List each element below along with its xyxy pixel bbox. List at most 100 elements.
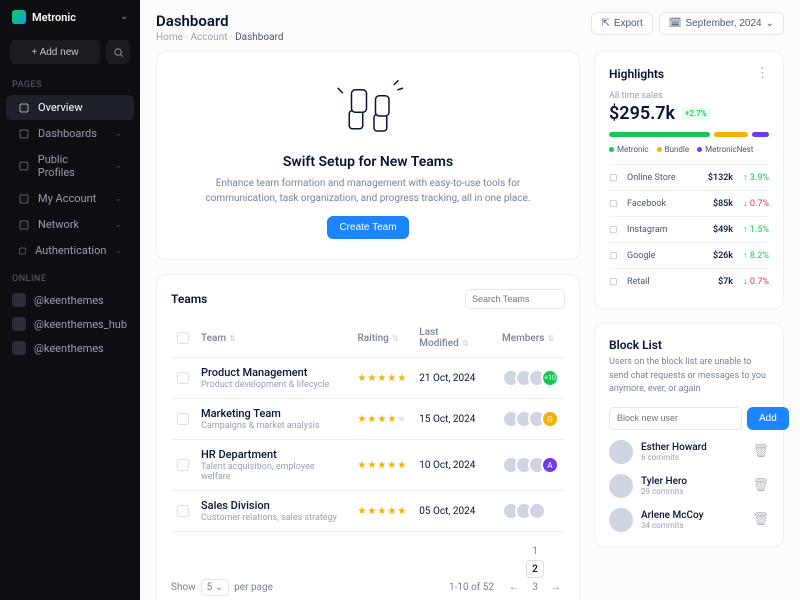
channel-icon: ▢ <box>609 199 621 209</box>
highlights-subtitle: All time sales <box>609 91 769 101</box>
channel-pct: ↑ 3.9% <box>733 172 769 183</box>
crumb-account[interactable]: Account <box>191 32 228 43</box>
chevron-down-icon: ⌄ <box>114 246 122 256</box>
blocklist-user-name[interactable]: Arlene McCoy <box>641 510 703 521</box>
crumb-home[interactable]: Home <box>156 32 183 43</box>
brand-name: Metronic <box>32 11 76 24</box>
blocklist-user-name[interactable]: Tyler Hero <box>641 476 687 487</box>
sidebar-item-network[interactable]: Network⌄ <box>6 212 134 237</box>
create-team-button[interactable]: Create Team <box>327 216 408 239</box>
crumb-current: Dashboard <box>235 32 283 43</box>
blocklist-user: Arlene McCoy34 commits🗑 <box>609 508 769 532</box>
highlights-menu[interactable]: ⋮ <box>756 66 769 81</box>
channel-value: $7k <box>697 277 733 287</box>
brand-switcher-icon[interactable]: ⌄ <box>120 12 128 22</box>
highlight-row: ▢Retail$7k↓ 0.7% <box>609 269 769 294</box>
team-members[interactable]: A <box>502 456 559 474</box>
hero-title: Swift Setup for New Teams <box>187 154 549 170</box>
channel-name: Online Store <box>627 173 697 183</box>
online-user[interactable]: @keenthemes <box>0 336 140 360</box>
highlight-row: ▢Instagram$49k↑ 1.5% <box>609 217 769 243</box>
add-new-button[interactable]: + Add new <box>10 40 100 64</box>
delete-icon[interactable]: 🗑 <box>752 512 769 527</box>
channel-pct: ↑ 1.5% <box>733 224 769 235</box>
period-picker[interactable]: 🗓 September, 2024 ⌄ <box>659 12 784 35</box>
page-size-select[interactable]: 5 ⌄ <box>201 579 229 596</box>
team-date: 21 Oct, 2024 <box>413 358 496 399</box>
online-user[interactable]: @keenthemes <box>0 288 140 312</box>
col-team[interactable]: Team⇅ <box>195 319 351 358</box>
channel-icon: ▢ <box>609 251 621 261</box>
col-rating[interactable]: Raiting⇅ <box>351 319 413 358</box>
sidebar-item-dashboards[interactable]: Dashboards⌄ <box>6 121 134 146</box>
hero-card: Swift Setup for New Teams Enhance team f… <box>156 51 580 260</box>
col-modified[interactable]: Last Modified⇅ <box>413 319 496 358</box>
sidebar-section-online: ONLINE <box>0 264 140 288</box>
team-name[interactable]: Sales Division <box>201 499 345 512</box>
nav-icon <box>18 193 30 205</box>
team-name[interactable]: Marketing Team <box>201 407 345 420</box>
brand-logo <box>12 10 26 24</box>
team-members[interactable]: +10 <box>502 369 559 387</box>
team-sub: Talent acquisition, employee welfare <box>201 462 345 482</box>
period-label: September, 2024 <box>685 18 761 29</box>
channel-value: $26k <box>697 251 733 261</box>
blocklist-input[interactable] <box>609 407 742 430</box>
team-sub: Customer relations, sales strategy <box>201 513 345 523</box>
sidebar: Metronic ⌄ + Add new PAGES OverviewDashb… <box>0 0 140 600</box>
sidebar-item-my-account[interactable]: My Account⌄ <box>6 186 134 211</box>
blocklist-title: Block List <box>609 338 769 352</box>
team-sub: Campaigns & market analysis <box>201 421 345 431</box>
sidebar-item-label: Public Profiles <box>38 153 107 179</box>
export-button[interactable]: ⇱ Export <box>591 12 652 35</box>
search-button[interactable] <box>106 40 130 64</box>
member-extra: G <box>541 410 559 428</box>
page-4[interactable]: 4 <box>526 596 544 600</box>
team-name[interactable]: Product Management <box>201 366 345 379</box>
pager-per-label: per page <box>234 582 273 593</box>
blocklist-user: Tyler Hero29 commits🗑 <box>609 474 769 498</box>
row-checkbox[interactable] <box>177 372 189 384</box>
select-all-checkbox[interactable] <box>177 332 189 344</box>
highlights-title: Highlights <box>609 67 664 81</box>
channel-icon: ▢ <box>609 173 621 183</box>
team-members[interactable] <box>502 502 559 520</box>
page-2[interactable]: 2 <box>526 560 544 578</box>
sidebar-item-overview[interactable]: Overview <box>6 95 134 120</box>
channel-value: $49k <box>697 225 733 235</box>
pager-prev[interactable]: ← <box>505 578 523 596</box>
team-rating: ★★★★★ <box>357 506 407 517</box>
row-checkbox[interactable] <box>177 459 189 471</box>
teams-title: Teams <box>171 292 207 306</box>
team-name[interactable]: HR Department <box>201 448 345 461</box>
pager-next[interactable]: → <box>547 578 565 596</box>
online-handle: @keenthemes_hub <box>34 318 127 331</box>
chevron-down-icon: ⌄ <box>114 194 122 204</box>
sidebar-item-public-profiles[interactable]: Public Profiles⌄ <box>6 147 134 185</box>
team-members[interactable]: G <box>502 410 559 428</box>
hero-illustration <box>323 72 413 142</box>
row-checkbox[interactable] <box>177 413 189 425</box>
online-user[interactable]: @keenthemes_hub <box>0 312 140 336</box>
blocklist-user-name[interactable]: Esther Howard <box>641 442 707 453</box>
col-members[interactable]: Members⇅ <box>496 319 565 358</box>
avatar <box>12 341 26 355</box>
brand-header[interactable]: Metronic ⌄ <box>0 0 140 34</box>
team-date: 05 Oct, 2024 <box>413 491 496 532</box>
row-checkbox[interactable] <box>177 505 189 517</box>
topbar: Dashboard Home · Account · Dashboard ⇱ E… <box>140 0 800 51</box>
sidebar-item-authentication[interactable]: Authentication⌄ <box>6 238 134 263</box>
page-3[interactable]: 3 <box>526 578 544 596</box>
team-sub: Product development & lifecycle <box>201 380 345 390</box>
table-row: HR DepartmentTalent acquisition, employe… <box>171 440 565 491</box>
delete-icon[interactable]: 🗑 <box>752 478 769 493</box>
teams-search-input[interactable] <box>465 289 565 309</box>
blocklist-add-button[interactable]: Add <box>747 407 789 430</box>
channel-name: Facebook <box>627 199 697 209</box>
highlight-row: ▢Google$26k↑ 8.2% <box>609 243 769 269</box>
table-row: Marketing TeamCampaigns & market analysi… <box>171 399 565 440</box>
table-row: Sales DivisionCustomer relations, sales … <box>171 491 565 532</box>
online-handle: @keenthemes <box>34 294 104 307</box>
page-1[interactable]: 1 <box>526 542 544 560</box>
delete-icon[interactable]: 🗑 <box>752 444 769 459</box>
